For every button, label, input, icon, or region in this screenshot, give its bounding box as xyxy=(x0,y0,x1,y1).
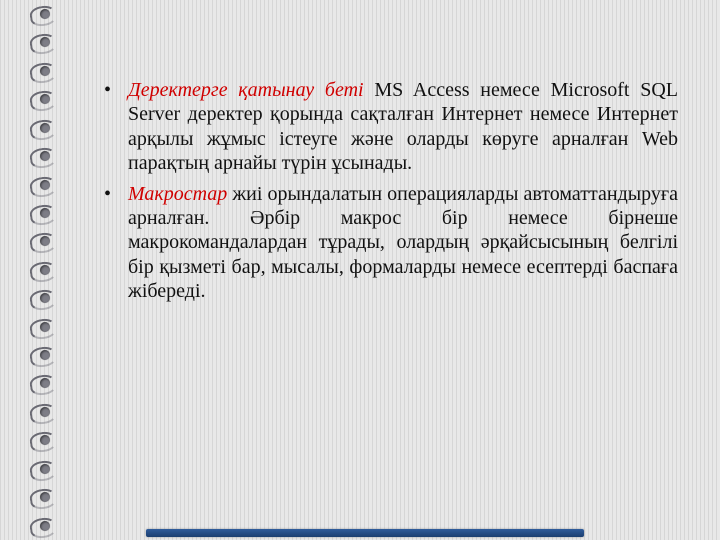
slide-content: Деректерге қатынау беті MS Access немесе… xyxy=(100,78,678,510)
bullet-item: Деректерге қатынау беті MS Access немесе… xyxy=(100,78,678,176)
spiral-ring-icon xyxy=(32,345,58,365)
spiral-ring-icon xyxy=(32,373,58,393)
footer-accent-bar xyxy=(146,529,584,537)
spiral-ring-icon xyxy=(32,61,58,81)
spiral-ring-icon xyxy=(32,402,58,422)
spiral-ring-icon xyxy=(32,516,58,536)
spiral-ring-icon xyxy=(32,89,58,109)
spiral-ring-icon xyxy=(32,260,58,280)
spiral-ring-icon xyxy=(32,288,58,308)
spiral-ring-icon xyxy=(32,146,58,166)
term-text: Макростар xyxy=(128,183,227,205)
spiral-binding xyxy=(30,0,60,540)
spiral-ring-icon xyxy=(32,459,58,479)
slide: Деректерге қатынау беті MS Access немесе… xyxy=(0,0,720,540)
term-text: Деректерге қатынау беті xyxy=(128,79,364,101)
spiral-ring-icon xyxy=(32,175,58,195)
spiral-ring-icon xyxy=(32,4,58,24)
spiral-ring-icon xyxy=(32,317,58,337)
spiral-ring-icon xyxy=(32,118,58,138)
spiral-ring-icon xyxy=(32,203,58,223)
spiral-ring-icon xyxy=(32,231,58,251)
bullet-item: Макростар жиі орындалатын операцияларды … xyxy=(100,182,678,304)
spiral-ring-icon xyxy=(32,430,58,450)
spiral-ring-icon xyxy=(32,487,58,507)
spiral-ring-icon xyxy=(32,32,58,52)
